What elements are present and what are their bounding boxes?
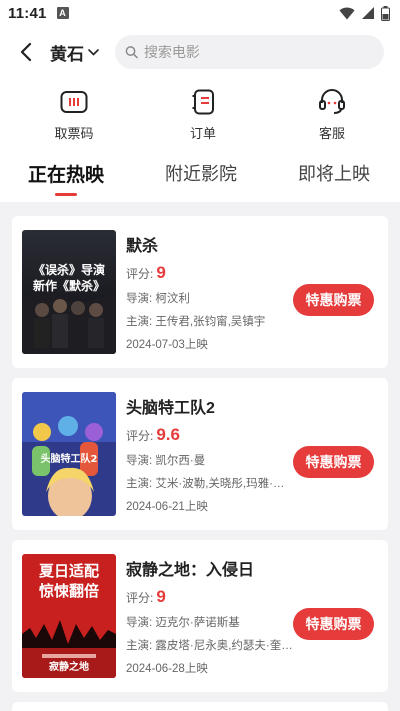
quick-actions: 取票码 订单 客服 [0, 78, 400, 150]
movie-release-date: 2024-06-21上映 [126, 501, 208, 513]
buy-ticket-button[interactable]: 特惠购票 [293, 284, 374, 316]
poster-text: 夏日适配 [38, 562, 99, 580]
poster-text: 头脑特工队2 [41, 452, 98, 465]
buy-ticket-button[interactable]: 特惠购票 [293, 608, 374, 640]
ticket-code-button[interactable]: 取票码 [46, 87, 102, 142]
top-bar: 黄石 [0, 26, 400, 78]
city-selector[interactable]: 黄石 [50, 40, 99, 65]
ticket-code-icon [59, 87, 89, 117]
order-icon [188, 87, 218, 117]
movie-title: 寂静之地：入侵日 [126, 562, 255, 579]
movie-poster[interactable]: 夏日适配惊悚翻倍寂静之地 [22, 554, 116, 678]
score-label: 评分: [126, 591, 154, 605]
notification-a-icon: A [56, 7, 69, 19]
buy-ticket-button[interactable]: 特惠购票 [293, 446, 374, 478]
order-button[interactable]: 订单 [175, 87, 231, 142]
battery-icon [381, 5, 390, 21]
tab-now-showing[interactable]: 正在热映 [28, 150, 104, 202]
headset-icon [317, 87, 347, 117]
wifi-icon [339, 7, 355, 19]
back-button[interactable] [14, 40, 38, 64]
poster-text: 新作《默杀》 [33, 278, 105, 293]
tab-nearby-cinemas-label: 附近影院 [165, 164, 237, 184]
status-icons [339, 5, 390, 21]
movie-director: 导演: 柯汶利 [126, 293, 190, 305]
movie-title: 头脑特工队2 [126, 400, 215, 417]
movie-director: 导演: 凯尔西·曼 [126, 455, 206, 467]
city-name: 黄石 [50, 44, 84, 64]
tab-coming-soon[interactable]: 即将上映 [298, 150, 370, 202]
movie-score-row: 评分: 9.6 [126, 425, 374, 445]
movie-card[interactable]: 《误杀》导演 新作《默杀》 默杀 评分: 9 导演: 柯汶利 主演: 王传君,张钧… [12, 216, 388, 368]
movie-card[interactable]: 头脑特工队2 头脑特工队2 评分: 9.6 导演: 凯尔西·曼 主演: 艾米·波… [12, 378, 388, 530]
customer-service-label: 客服 [318, 125, 345, 141]
poster-text: 惊悚翻倍 [39, 582, 99, 600]
poster-text: 《误杀》导演 [33, 262, 105, 277]
movie-director: 导演: 迈克尔·萨诺斯基 [126, 617, 240, 629]
score-label: 评分: [126, 429, 154, 443]
active-tab-indicator [55, 193, 77, 196]
movie-score: 9 [156, 587, 166, 606]
poster-text: 寂静之地 [49, 660, 89, 673]
status-bar: 11:41 A [0, 0, 400, 26]
movie-list: 《误杀》导演 新作《默杀》 默杀 评分: 9 导演: 柯汶利 主演: 王传君,张钧… [0, 202, 400, 711]
movie-score: 9 [156, 263, 166, 282]
status-time: 11:41 [8, 4, 47, 22]
order-label: 订单 [189, 125, 216, 141]
movie-score-row: 评分: 9 [126, 263, 374, 283]
movie-card[interactable]: 夏日适配惊悚翻倍寂静之地 寂静之地：入侵日 评分: 9 导演: 迈克尔·萨诺斯基… [12, 540, 388, 692]
back-arrow-icon [20, 43, 32, 61]
movie-tabs: 正在热映 附近影院 即将上映 [0, 150, 400, 202]
search-box[interactable] [115, 35, 384, 69]
tab-coming-soon-label: 即将上映 [297, 164, 370, 184]
customer-service-button[interactable]: 客服 [304, 87, 360, 142]
movie-poster[interactable]: 头脑特工队2 [22, 392, 116, 516]
cellular-signal-icon [362, 7, 374, 19]
ticket-code-label: 取票码 [54, 125, 94, 141]
score-label: 评分: [126, 267, 154, 281]
movie-poster[interactable]: 《误杀》导演 新作《默杀》 [22, 230, 116, 354]
movie-release-date: 2024-07-03上映 [126, 339, 208, 351]
movie-cast: 主演: 艾米·波勒,关晓彤,玛雅·霍… [126, 478, 294, 490]
movie-release-date: 2024-06-28上映 [126, 663, 208, 675]
tab-now-showing-label: 正在热映 [28, 165, 105, 186]
movie-card-partial [12, 702, 388, 711]
movie-score-row: 评分: 9 [126, 587, 374, 607]
search-input[interactable] [143, 44, 374, 60]
search-icon [125, 46, 138, 59]
tab-nearby-cinemas[interactable]: 附近影院 [165, 150, 237, 202]
movie-title: 默杀 [126, 238, 159, 255]
movie-score: 9.6 [156, 425, 180, 444]
movie-cast: 主演: 王传君,张钧甯,吴镇宇 [126, 316, 266, 328]
movie-cast: 主演: 露皮塔·尼永奥,约瑟夫·奎… [126, 640, 293, 652]
chevron-down-icon [88, 48, 99, 56]
